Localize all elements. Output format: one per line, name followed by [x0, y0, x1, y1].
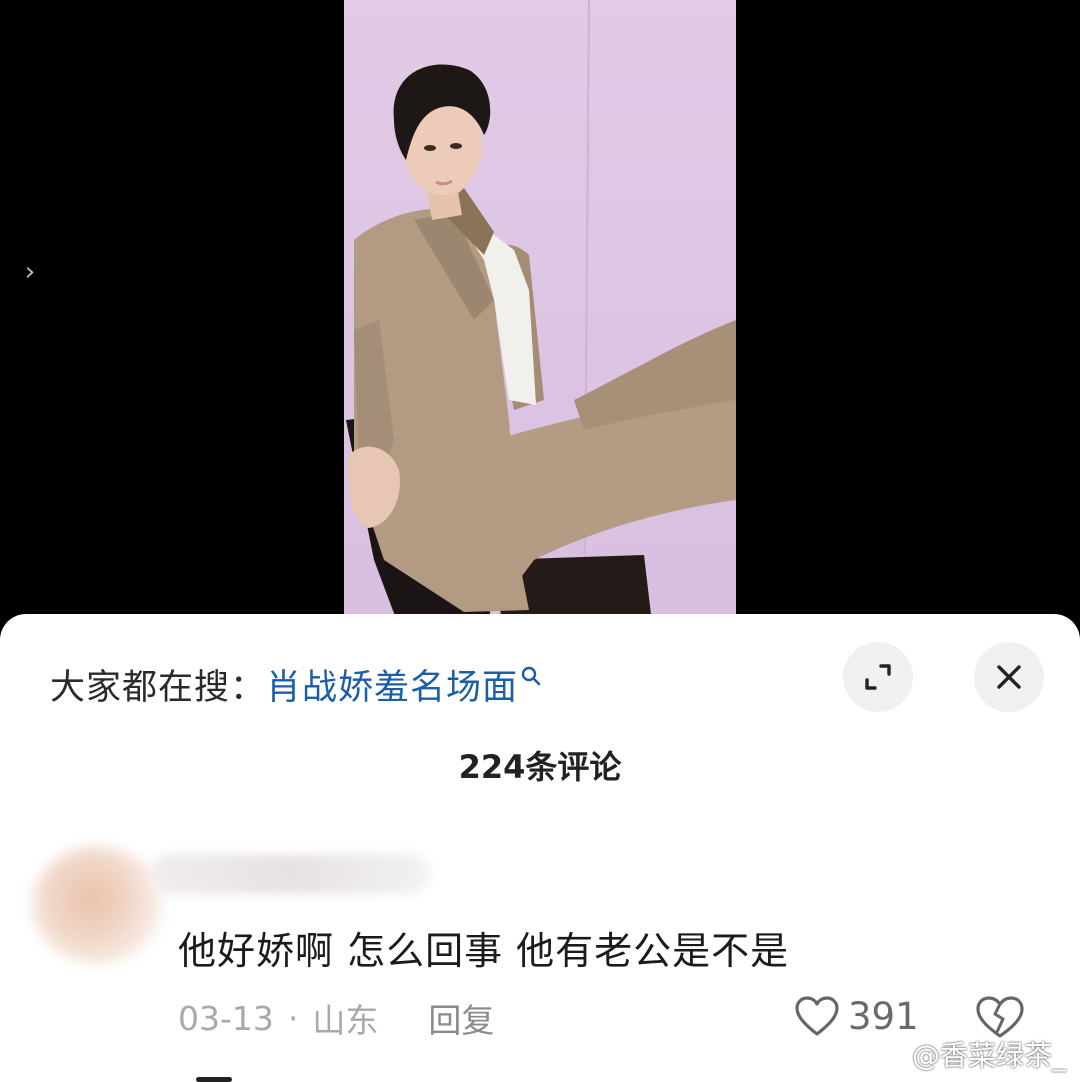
search-icon[interactable]: [520, 665, 542, 687]
video-frame: [344, 0, 736, 640]
trending-search[interactable]: 大家都在搜： 肖战娇羞名场面: [50, 654, 542, 714]
comment-sheet: 大家都在搜： 肖战娇羞名场面 224条评论 他好娇啊 怎么回事 他有老公是不是 …: [0, 614, 1080, 1082]
comment-location: 山东: [312, 1001, 379, 1040]
weibo-logo-icon: [867, 1043, 907, 1069]
comment-meta: 03-13 · 山东 回复: [178, 994, 494, 1042]
avatar[interactable]: [32, 846, 162, 964]
watermark-text: @香菜绿茶_: [912, 1039, 1067, 1072]
reply-button[interactable]: 回复: [428, 994, 494, 1042]
comment-text: 他好娇啊 怎么回事 他有老公是不是: [178, 929, 790, 973]
watermark: @香菜绿茶_: [866, 1034, 1066, 1074]
like-button[interactable]: 391: [794, 992, 919, 1040]
chevron-right-icon[interactable]: ›: [16, 258, 44, 286]
expand-button[interactable]: [843, 642, 913, 712]
close-button[interactable]: [974, 642, 1044, 712]
expand-icon: [865, 664, 891, 690]
close-icon: [997, 665, 1021, 689]
video-player[interactable]: ›: [0, 0, 1080, 640]
video-still-image: [346, 0, 736, 640]
comment-date: 03-13: [178, 998, 274, 1038]
trending-search-link[interactable]: 肖战娇羞名场面: [266, 659, 518, 710]
next-comment-peek: [196, 1077, 232, 1082]
meta-separator: ·: [287, 998, 299, 1038]
heart-outline-icon: [795, 996, 839, 1036]
trending-search-prefix: 大家都在搜：: [50, 667, 267, 708]
like-count: 391: [848, 994, 919, 1038]
username-blurred[interactable]: [150, 854, 430, 894]
comment-count: 224条评论: [458, 748, 622, 786]
